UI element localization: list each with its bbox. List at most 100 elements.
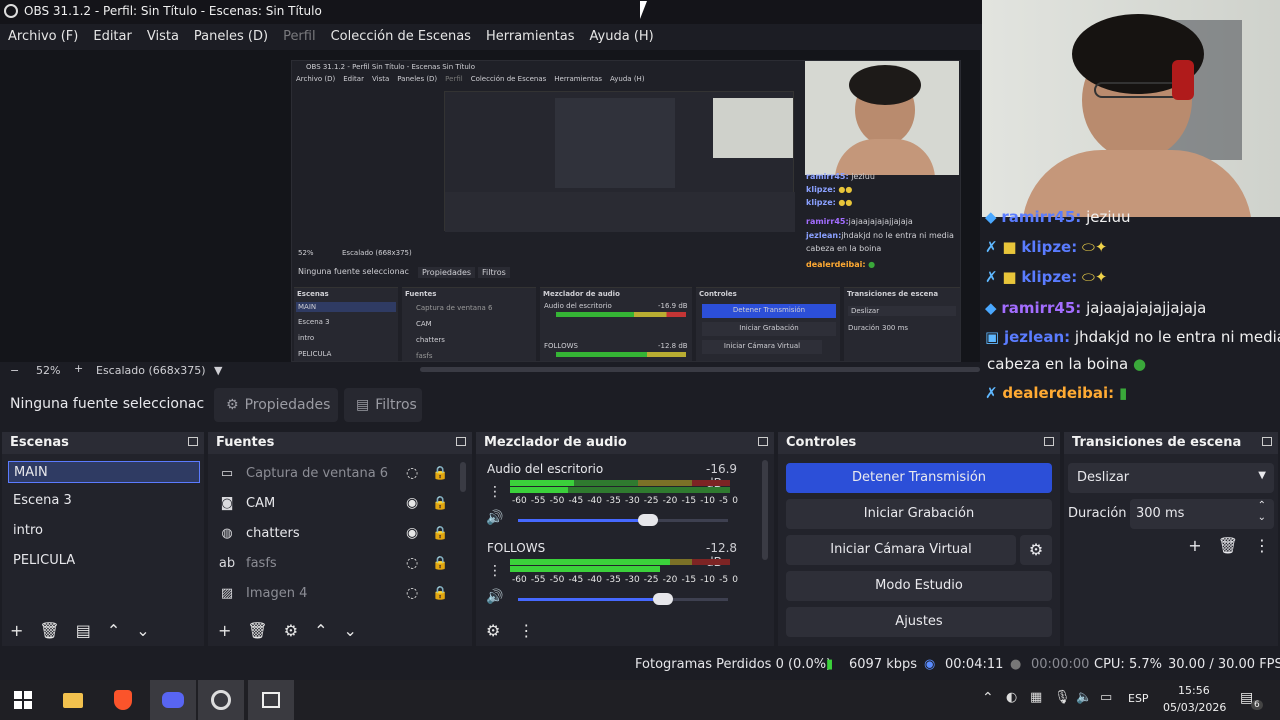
kebab-menu-icon[interactable]: ⋮ xyxy=(1254,536,1270,555)
menu-herramientas[interactable]: Herramientas xyxy=(486,29,575,44)
volume-fill xyxy=(518,519,649,522)
volume-knob[interactable] xyxy=(652,593,673,605)
menu-ayuda[interactable]: Ayuda (H) xyxy=(590,29,654,44)
properties-button[interactable]: ⚙ Propiedades xyxy=(214,388,338,422)
tray-app-icon[interactable]: ▦ xyxy=(1030,690,1042,705)
speaker-icon[interactable]: 🔊 xyxy=(486,589,503,605)
menu-archivo[interactable]: Archivo (F) xyxy=(8,29,78,44)
start-button[interactable] xyxy=(0,680,46,720)
start-virtual-camera-button[interactable]: Iniciar Cámara Virtual xyxy=(786,535,1016,565)
filters-label: Filtros xyxy=(375,397,417,413)
volume-slider[interactable] xyxy=(518,593,728,605)
nested-source: Captura de ventana 6 xyxy=(416,304,493,312)
source-item[interactable]: ◙ CAM ◉ 🔒 xyxy=(218,489,458,517)
discord-tray-icon[interactable]: ◐ xyxy=(1006,690,1017,705)
zoom-out-button[interactable]: − xyxy=(10,364,19,377)
duration-input[interactable]: 300 ms ⌃ ⌄ xyxy=(1130,499,1274,529)
channel-name: FOLLOWS xyxy=(487,541,546,555)
filters-button[interactable]: ▤ Filtros xyxy=(344,388,422,422)
undock-icon[interactable] xyxy=(1262,437,1272,446)
menu-editar[interactable]: Editar xyxy=(93,29,132,44)
scene-item-main[interactable]: MAIN xyxy=(8,461,200,483)
lock-icon[interactable]: 🔒 xyxy=(432,496,448,511)
stop-stream-button[interactable]: Detener Transmisión xyxy=(786,463,1052,493)
eye-hidden-icon[interactable]: ◌ xyxy=(406,555,418,571)
gear-icon[interactable]: ⚙ xyxy=(284,621,298,640)
lock-icon[interactable]: 🔒 xyxy=(432,466,448,481)
menu-perfil[interactable]: Perfil xyxy=(283,29,316,44)
transition-select[interactable]: Deslizar ▼ xyxy=(1068,463,1274,493)
source-item[interactable]: ab fasfs ◌ 🔒 xyxy=(218,549,458,577)
menu-paneles[interactable]: Paneles (D) xyxy=(194,29,268,44)
trash-icon[interactable]: 🗑 xyxy=(39,621,59,640)
scene-item-intro[interactable]: intro xyxy=(8,520,200,542)
undock-icon[interactable] xyxy=(758,437,768,446)
clock-time[interactable]: 15:56 xyxy=(1178,684,1210,697)
microphone-icon[interactable]: 🎙 xyxy=(1054,690,1071,705)
brave-button[interactable] xyxy=(100,680,146,720)
gear-icon: ⚙ xyxy=(1028,540,1044,559)
mixer-scrollbar[interactable] xyxy=(762,460,768,560)
move-up-icon[interactable]: ⌃ xyxy=(107,621,120,640)
move-down-icon[interactable]: ⌄ xyxy=(343,621,356,640)
menu-vista[interactable]: Vista xyxy=(147,29,179,44)
move-up-icon[interactable]: ⌃ xyxy=(314,621,327,640)
kebab-menu-icon[interactable]: ⋮ xyxy=(518,621,534,640)
kebab-menu-icon[interactable]: ⋮ xyxy=(488,484,502,500)
eye-hidden-icon[interactable]: ◌ xyxy=(406,585,418,601)
spin-down-icon[interactable]: ⌄ xyxy=(1258,512,1266,523)
start-recording-button[interactable]: Iniciar Grabación xyxy=(786,499,1052,529)
kebab-menu-icon[interactable]: ⋮ xyxy=(488,563,502,579)
menu-coleccion[interactable]: Colección de Escenas xyxy=(331,29,471,44)
app-button[interactable] xyxy=(248,680,294,720)
lock-icon[interactable]: 🔒 xyxy=(432,556,448,571)
eye-icon[interactable]: ◉ xyxy=(406,525,418,541)
nested-menu-item: Paneles (D) xyxy=(397,75,438,83)
chat-message: ◆ ramirr45: jeziuu xyxy=(985,208,1131,226)
scene-item-escena-3[interactable]: Escena 3 xyxy=(8,490,200,512)
language-indicator[interactable]: ESP xyxy=(1128,692,1149,705)
settings-button[interactable]: Ajustes xyxy=(786,607,1052,637)
undock-icon[interactable] xyxy=(188,437,198,446)
scale-dropdown-icon[interactable]: ▼ xyxy=(214,364,222,377)
studio-mode-button[interactable]: Modo Estudio xyxy=(786,571,1052,601)
volume-icon[interactable]: 🔈 xyxy=(1076,690,1092,705)
volume-knob[interactable] xyxy=(638,514,659,526)
discord-button[interactable] xyxy=(150,680,196,720)
badge-icon: ■ xyxy=(1002,268,1017,286)
virtual-camera-settings-button[interactable]: ⚙ xyxy=(1020,535,1052,565)
eye-icon[interactable]: ◉ xyxy=(406,495,418,511)
spin-up-icon[interactable]: ⌃ xyxy=(1258,500,1266,511)
advanced-audio-icon[interactable]: ⚙ xyxy=(486,621,500,640)
lock-icon[interactable]: 🔒 xyxy=(432,526,448,541)
add-icon[interactable]: + xyxy=(10,621,23,640)
source-item[interactable]: ◍ chatters ◉ 🔒 xyxy=(218,519,458,547)
mixer-toolbar: ⚙ ⋮ xyxy=(486,621,534,640)
add-icon[interactable]: + xyxy=(218,621,231,640)
nested-trans-value: Deslizar xyxy=(848,306,956,316)
obs-button[interactable] xyxy=(198,680,244,720)
filter-icon[interactable]: ▤ xyxy=(76,621,91,640)
tray-chevron-icon[interactable]: ⌃ xyxy=(982,690,994,706)
add-icon[interactable]: + xyxy=(1188,536,1201,555)
move-down-icon[interactable]: ⌄ xyxy=(136,621,149,640)
sources-scrollbar[interactable] xyxy=(460,462,466,492)
source-item[interactable]: ▨ Imagen 4 ◌ 🔒 xyxy=(218,579,458,607)
preview-scrollbar[interactable] xyxy=(420,367,980,372)
source-item[interactable]: ▭ Captura de ventana 6 ◌ 🔒 xyxy=(218,459,458,487)
clock-date[interactable]: 05/03/2026 xyxy=(1163,701,1226,714)
speaker-icon[interactable]: 🔊 xyxy=(486,510,503,526)
zoom-in-button[interactable]: + xyxy=(74,362,83,375)
source-label: fasfs xyxy=(246,555,277,571)
volume-slider[interactable] xyxy=(518,514,728,526)
trash-icon[interactable]: 🗑 xyxy=(1218,536,1238,555)
trash-icon[interactable]: 🗑 xyxy=(247,621,267,640)
eye-hidden-icon[interactable]: ◌ xyxy=(406,465,418,481)
file-explorer-button[interactable] xyxy=(50,680,96,720)
image-icon: ▨ xyxy=(220,585,234,601)
scene-item-pelicula[interactable]: PELICULA xyxy=(8,550,200,572)
lock-icon[interactable]: 🔒 xyxy=(432,586,448,601)
network-icon[interactable]: ▭ xyxy=(1100,690,1112,705)
undock-icon[interactable] xyxy=(456,437,466,446)
undock-icon[interactable] xyxy=(1044,437,1054,446)
